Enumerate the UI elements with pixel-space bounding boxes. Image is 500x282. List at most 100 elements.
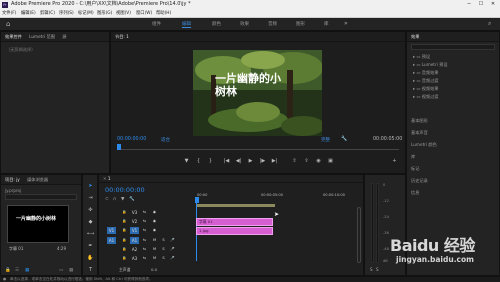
effects-folder[interactable]: ▸ ▭ Lumetri 预设 xyxy=(413,62,448,68)
search-icon[interactable]: ⌕ xyxy=(488,20,491,28)
linked-selection-icon[interactable]: ∩ xyxy=(113,197,116,202)
work-area-bar[interactable] xyxy=(197,204,275,207)
workspace-libraries[interactable]: 库 xyxy=(324,21,329,27)
source-patch[interactable]: A1 xyxy=(107,237,116,244)
step-back-icon[interactable]: ◀| xyxy=(235,158,242,164)
solo-right-button[interactable]: S xyxy=(376,267,379,272)
workspace-color[interactable]: 颜色 xyxy=(212,21,221,27)
lock-track-icon[interactable]: 🔒 xyxy=(121,209,128,216)
project-search[interactable] xyxy=(5,194,77,200)
menu-window[interactable]: 窗口(W) xyxy=(136,9,152,18)
tab-lumetri-scopes[interactable]: Lumetri 范围 xyxy=(29,32,55,42)
workspace-editing[interactable]: 编辑 xyxy=(182,21,191,28)
lock-track-icon[interactable]: 🔒 xyxy=(121,237,128,244)
maximize-button[interactable]: ☐ xyxy=(476,0,486,9)
track-label[interactable]: A1 xyxy=(130,237,139,244)
solo-button[interactable]: S xyxy=(160,237,167,244)
mark-in-icon[interactable]: { xyxy=(195,158,202,164)
title-clip[interactable]: 字幕 01 xyxy=(196,218,273,226)
effects-folder[interactable]: ▸ ▭ 预设 xyxy=(413,54,430,60)
menu-graphics[interactable]: 图形(G) xyxy=(97,9,112,18)
mute-button[interactable]: M xyxy=(151,237,158,244)
new-bin-icon[interactable]: ▭ xyxy=(59,267,63,275)
sync-lock-icon[interactable]: ⇆ xyxy=(141,227,148,234)
microphone-icon[interactable]: 🎤 xyxy=(169,246,176,253)
mute-button[interactable]: M xyxy=(151,246,158,253)
panel-section-libraries[interactable]: 库 xyxy=(411,154,415,160)
menu-help[interactable]: 帮助(H) xyxy=(156,9,171,18)
panel-section-markers[interactable]: 标记 xyxy=(411,166,419,172)
workspace-graphics[interactable]: 图形 xyxy=(296,21,305,27)
image-clip[interactable]: 1.jpg xyxy=(196,227,273,235)
effects-folder[interactable]: ▸ ▭ 音频效果 xyxy=(413,70,439,76)
effects-folder[interactable]: ▸ ▭ 视频效果 xyxy=(413,86,439,92)
slip-tool-icon[interactable]: ⟷ xyxy=(87,231,94,238)
sync-lock-icon[interactable]: ⇆ xyxy=(141,209,148,216)
more-workspaces-icon[interactable]: » xyxy=(344,20,348,27)
lock-track-icon[interactable]: 🔒 xyxy=(121,255,128,262)
razor-tool-icon[interactable]: ◆ xyxy=(87,219,94,226)
tab-source[interactable]: 源 xyxy=(62,32,66,42)
timeline-scrollbar[interactable] xyxy=(357,207,361,263)
lock-icon[interactable]: 🔒 xyxy=(5,267,11,275)
tab-effect-controls[interactable]: 效果控件 xyxy=(5,32,22,42)
wrench-icon[interactable]: 🔧 xyxy=(341,136,347,142)
sync-lock-icon[interactable]: ⇆ xyxy=(141,246,148,253)
sync-lock-icon[interactable]: ⇆ xyxy=(141,237,148,244)
track-label[interactable]: V2 xyxy=(130,218,139,225)
menu-clip[interactable]: 剪辑(C) xyxy=(40,9,55,18)
lift-icon[interactable]: ⇧ xyxy=(291,158,298,164)
mark-out-icon[interactable]: } xyxy=(207,158,214,164)
add-button-icon[interactable]: + xyxy=(391,158,398,164)
microphone-icon[interactable]: 🎤 xyxy=(169,237,176,244)
menu-marker[interactable]: 标记(M) xyxy=(78,9,94,18)
menu-view[interactable]: 视图(V) xyxy=(116,9,131,18)
add-marker-icon[interactable]: ▼ xyxy=(121,197,124,202)
new-item-icon[interactable]: ▦ xyxy=(69,267,73,275)
menu-edit[interactable]: 编辑(E) xyxy=(21,9,36,18)
list-view-icon[interactable]: ☰ xyxy=(15,267,19,275)
go-to-in-icon[interactable]: |◀ xyxy=(223,158,230,164)
eye-icon[interactable]: ◉ xyxy=(151,209,158,216)
tab-program[interactable]: 节目: 1 xyxy=(115,32,129,42)
panel-section-essential-graphics[interactable]: 基本图形 xyxy=(411,118,428,124)
effects-search[interactable] xyxy=(411,44,495,50)
workspace-audio[interactable]: 音频 xyxy=(268,21,277,27)
tab-sequence[interactable]: 1 xyxy=(108,175,111,183)
track-label[interactable]: A2 xyxy=(130,246,139,253)
hand-tool-icon[interactable]: ✋ xyxy=(87,255,94,262)
workspace-effects[interactable]: 效果 xyxy=(240,21,249,27)
minimize-button[interactable]: ─ xyxy=(464,0,474,9)
track-label[interactable]: A3 xyxy=(130,255,139,262)
icon-view-icon[interactable]: ▦ xyxy=(25,267,29,275)
eye-icon[interactable]: ◉ xyxy=(151,227,158,234)
panel-section-info[interactable]: 信息 xyxy=(411,190,419,196)
panel-section-essential-sound[interactable]: 基本声音 xyxy=(411,130,428,136)
lock-track-icon[interactable]: 🔒 xyxy=(121,227,128,234)
tab-effects[interactable]: 效果 xyxy=(411,32,419,42)
track-label[interactable]: V3 xyxy=(130,209,139,216)
quality-dropdown[interactable]: 完整 xyxy=(321,137,330,143)
marker-icon[interactable]: ▼ xyxy=(183,158,190,164)
program-scrub-bar[interactable] xyxy=(117,146,399,150)
eye-icon[interactable]: ◉ xyxy=(151,218,158,225)
selection-tool-icon[interactable]: ➤ xyxy=(87,183,94,190)
extract-icon[interactable]: ⇪ xyxy=(303,158,310,164)
effects-folder[interactable]: ▸ ▭ 视频过渡 xyxy=(413,94,439,100)
program-playhead[interactable] xyxy=(117,144,121,150)
project-thumbnail[interactable]: 一片幽静的小树林 xyxy=(7,205,69,243)
compare-icon[interactable]: ▣ xyxy=(327,158,334,164)
tab-project[interactable]: 项目: jy xyxy=(5,175,20,185)
source-patch[interactable]: V1 xyxy=(107,227,116,234)
panel-section-history[interactable]: 历史记录 xyxy=(411,178,428,184)
solo-button[interactable]: S xyxy=(160,255,167,262)
go-to-out-icon[interactable]: ▶| xyxy=(271,158,278,164)
timeline-settings-icon[interactable]: 🔧 xyxy=(129,197,135,202)
home-icon[interactable]: ⌂ xyxy=(6,20,10,28)
sync-lock-icon[interactable]: ⇆ xyxy=(141,255,148,262)
panel-section-lumetri-color[interactable]: Lumetri 颜色 xyxy=(411,142,437,148)
fit-dropdown[interactable]: 适合 xyxy=(161,137,170,143)
lock-track-icon[interactable]: 🔒 xyxy=(121,218,128,225)
close-button[interactable]: ✕ xyxy=(488,0,498,9)
microphone-icon[interactable]: 🎤 xyxy=(169,255,176,262)
